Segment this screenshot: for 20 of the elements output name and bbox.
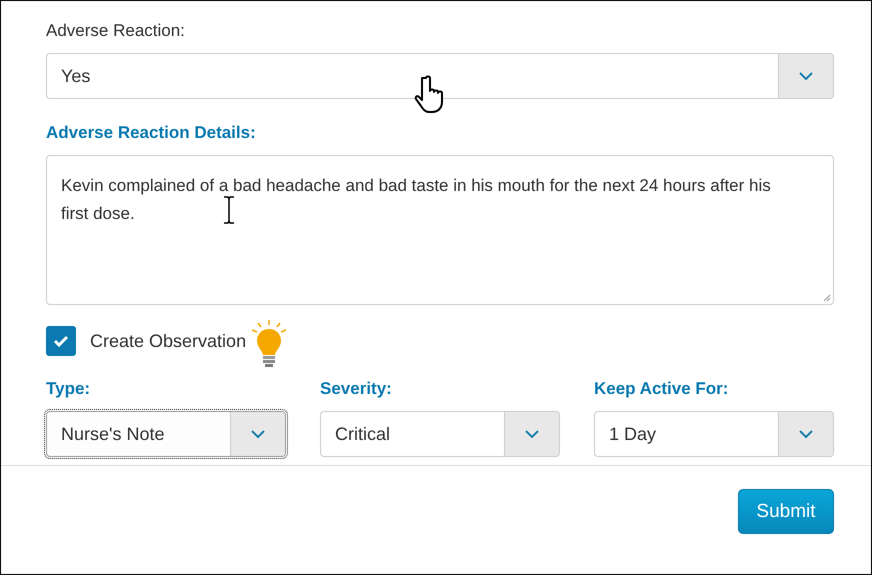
dropdown[interactable]: Yes [46, 53, 834, 99]
field-label: Adverse Reaction: [46, 21, 186, 42]
field-label: Adverse Reaction Details: [46, 123, 257, 144]
text-area[interactable]: Kevin complained of a bad headache and bad taste in his mouth for the next 24 hours after his first dose. [46, 155, 834, 305]
field-label: Severity: [320, 379, 393, 400]
dropdown[interactable]: Critical [320, 411, 560, 457]
checkbox[interactable] [46, 326, 76, 356]
dropdown[interactable]: 1 Day [594, 411, 834, 457]
lightbulb-icon [250, 319, 288, 369]
checkmark-icon [53, 335, 69, 347]
chevron-down-icon [799, 430, 813, 438]
chevron-down-icon [251, 430, 265, 438]
resize-grip-icon [823, 294, 831, 302]
chevron-down-icon [525, 430, 539, 438]
checkbox-label: Create Observation [90, 330, 246, 352]
dropdown[interactable]: Nurse's Note [46, 411, 286, 457]
field-label: Type: [46, 379, 92, 400]
chevron-down-icon [799, 72, 813, 80]
field-label: Keep Active For: [594, 379, 730, 400]
text-cursor-icon [223, 196, 235, 224]
